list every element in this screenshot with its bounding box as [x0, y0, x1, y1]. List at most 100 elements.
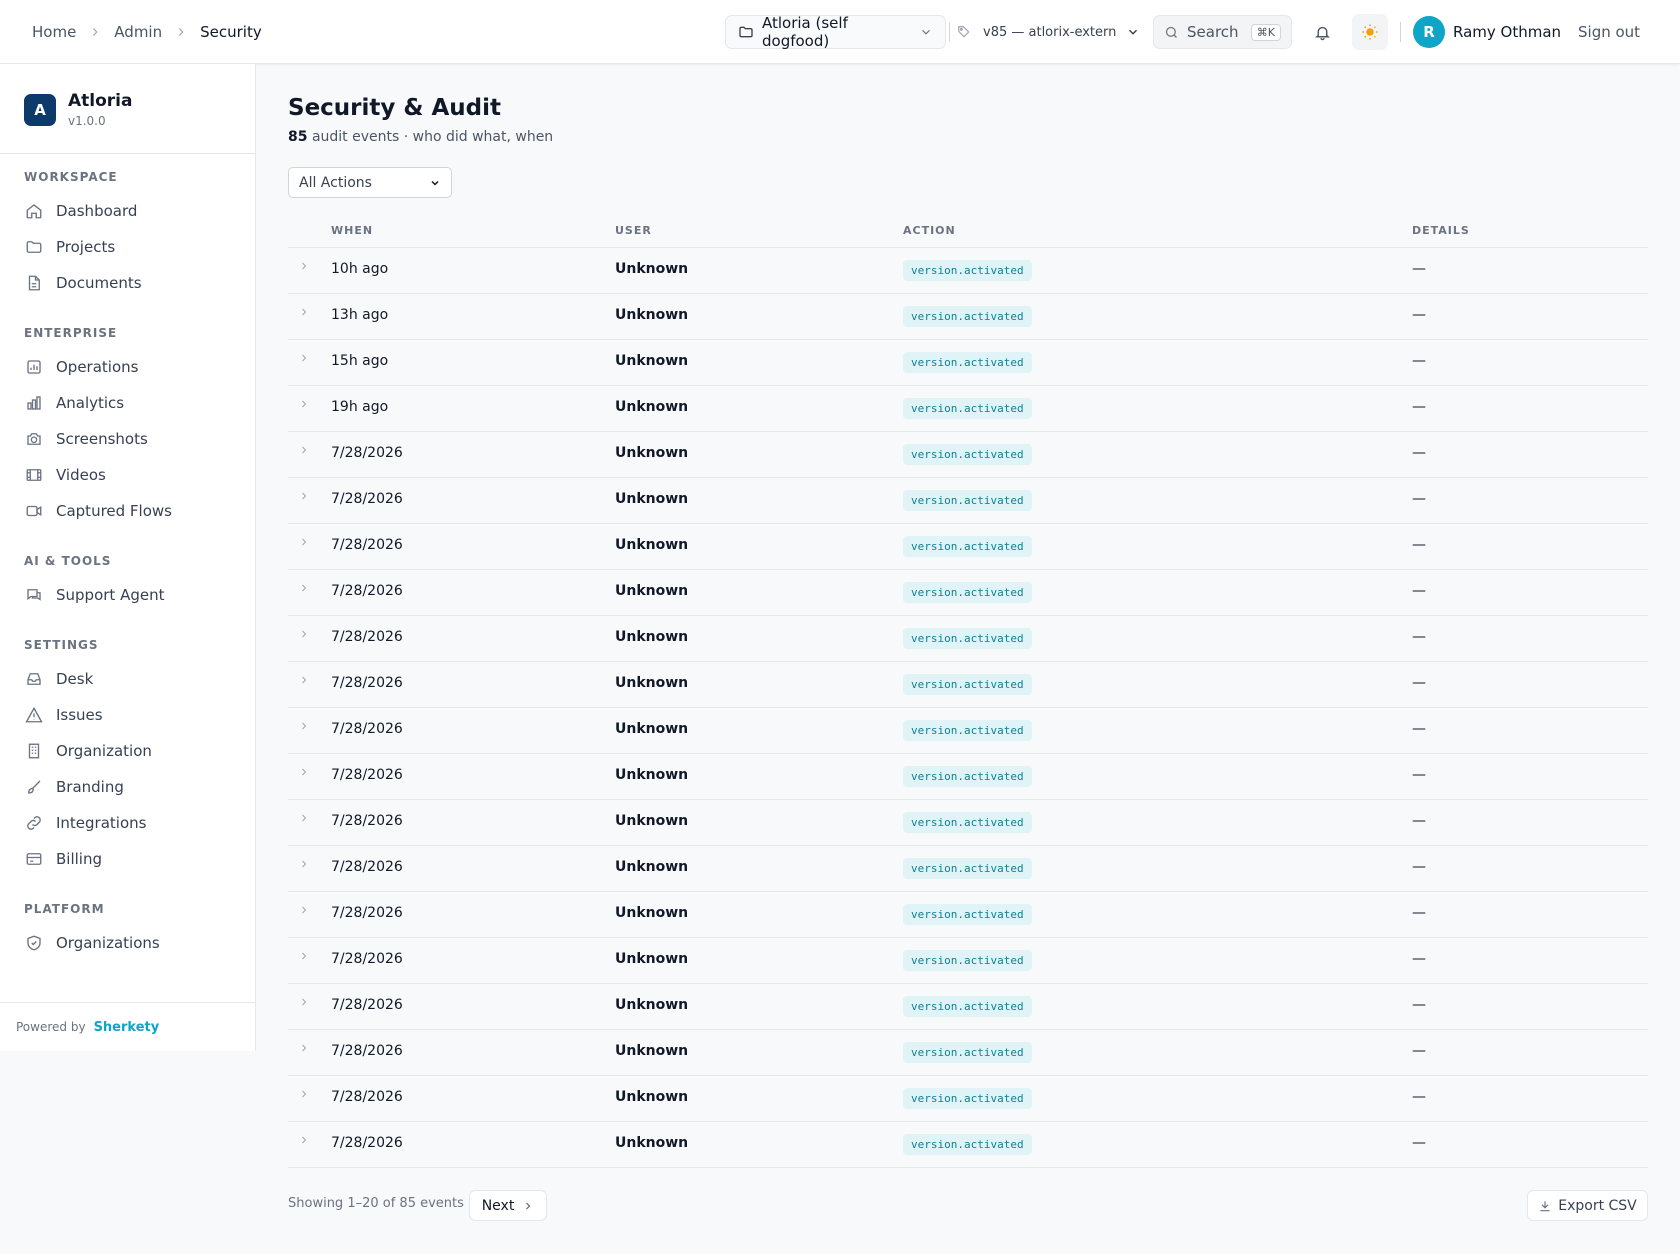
sidebar-item-organizations[interactable]: Organizations: [24, 927, 234, 959]
cell-when: 19h ago: [331, 399, 389, 415]
table-row[interactable]: 7/28/2026 Unknown version.activated —: [288, 800, 1648, 846]
table-row[interactable]: 7/28/2026 Unknown version.activated —: [288, 662, 1648, 708]
notifications-button[interactable]: [1304, 14, 1340, 50]
export-csv-button[interactable]: Export CSV: [1527, 1190, 1648, 1221]
table-row[interactable]: 13h ago Unknown version.activated —: [288, 294, 1648, 340]
bell-icon: [1314, 24, 1331, 41]
project-name: Atloria (self dogfood): [762, 14, 848, 50]
chevron-right-icon[interactable]: [298, 490, 310, 502]
table-row[interactable]: 15h ago Unknown version.activated —: [288, 340, 1648, 386]
table-row[interactable]: 7/28/2026 Unknown version.activated —: [288, 1030, 1648, 1076]
action-badge: version.activated: [903, 674, 1032, 695]
action-badge: version.activated: [903, 352, 1032, 373]
version-selector[interactable]: v85 — atlorix-extern: [957, 15, 1140, 49]
sidebar-item-dashboard[interactable]: Dashboard: [24, 195, 234, 227]
avatar[interactable]: R: [1413, 16, 1445, 48]
chevron-right-icon[interactable]: [298, 582, 310, 594]
chevron-right-icon[interactable]: [298, 996, 310, 1008]
chevron-right-icon[interactable]: [298, 766, 310, 778]
cell-details: —: [1412, 261, 1426, 277]
chevron-down-icon: [919, 25, 933, 39]
chevron-right-icon[interactable]: [298, 1088, 310, 1100]
action-filter-select[interactable]: All Actions: [288, 167, 452, 198]
powered-by-brand[interactable]: Sherkety: [94, 1020, 160, 1035]
cell-when: 15h ago: [331, 353, 389, 369]
sidebar-item-captured-flows[interactable]: Captured Flows: [24, 495, 234, 527]
column-user[interactable]: USER: [615, 224, 652, 237]
video-camera-icon: [24, 501, 44, 521]
brand[interactable]: A Atloria v1.0.0: [24, 91, 132, 129]
table-row[interactable]: 19h ago Unknown version.activated —: [288, 386, 1648, 432]
table-row[interactable]: 7/28/2026 Unknown version.activated —: [288, 754, 1648, 800]
building-icon: [24, 741, 44, 761]
sidebar-item-billing[interactable]: Billing: [24, 843, 234, 875]
table-row[interactable]: 7/28/2026 Unknown version.activated —: [288, 708, 1648, 754]
sidebar-item-issues[interactable]: Issues: [24, 699, 234, 731]
table-row[interactable]: 7/28/2026 Unknown version.activated —: [288, 478, 1648, 524]
sidebar-item-projects[interactable]: Projects: [24, 231, 234, 263]
sidebar-item-organization[interactable]: Organization: [24, 735, 234, 767]
cell-when: 7/28/2026: [331, 1135, 403, 1151]
column-details[interactable]: DETAILS: [1412, 224, 1470, 237]
theme-toggle-button[interactable]: [1352, 14, 1388, 50]
sidebar-item-operations[interactable]: Operations: [24, 351, 234, 383]
chevron-right-icon[interactable]: [298, 628, 310, 640]
table-row[interactable]: 7/28/2026 Unknown version.activated —: [288, 616, 1648, 662]
sign-out-button[interactable]: Sign out: [1578, 0, 1640, 64]
sidebar-item-screenshots[interactable]: Screenshots: [24, 423, 234, 455]
cell-user: Unknown: [615, 767, 689, 783]
chevron-right-icon[interactable]: [298, 674, 310, 686]
sidebar-item-label: Support Agent: [56, 586, 165, 604]
sidebar-item-label: Operations: [56, 358, 139, 376]
cell-user: Unknown: [615, 813, 689, 829]
download-icon: [1538, 1199, 1552, 1213]
sidebar-item-label: Organization: [56, 742, 152, 760]
search-button[interactable]: Search ⌘K: [1153, 15, 1292, 49]
column-when[interactable]: WHEN: [331, 224, 373, 237]
sidebar-item-support-agent[interactable]: Support Agent: [24, 579, 234, 611]
sidebar-item-branding[interactable]: Branding: [24, 771, 234, 803]
project-selector[interactable]: Atloria (self dogfood): [725, 14, 946, 50]
table-row[interactable]: 7/28/2026 Unknown version.activated —: [288, 1122, 1648, 1168]
action-badge: version.activated: [903, 536, 1032, 557]
table-row[interactable]: 7/28/2026 Unknown version.activated —: [288, 846, 1648, 892]
chevron-right-icon[interactable]: [298, 858, 310, 870]
sidebar-item-integrations[interactable]: Integrations: [24, 807, 234, 839]
sidebar-item-desk[interactable]: Desk: [24, 663, 234, 695]
subtitle-text: audit events · who did what, when: [311, 129, 554, 145]
action-badge: version.activated: [903, 996, 1032, 1017]
user-name[interactable]: Ramy Othman: [1453, 0, 1561, 64]
chevron-right-icon[interactable]: [298, 1042, 310, 1054]
sidebar-item-documents[interactable]: Documents: [24, 267, 234, 299]
chevron-right-icon[interactable]: [298, 398, 310, 410]
table-row[interactable]: 7/28/2026 Unknown version.activated —: [288, 984, 1648, 1030]
cell-details: —: [1412, 353, 1426, 369]
table-row[interactable]: 7/28/2026 Unknown version.activated —: [288, 432, 1648, 478]
action-badge: version.activated: [903, 1042, 1032, 1063]
chevron-right-icon[interactable]: [298, 720, 310, 732]
sidebar-item-analytics[interactable]: Analytics: [24, 387, 234, 419]
table-row[interactable]: 7/28/2026 Unknown version.activated —: [288, 524, 1648, 570]
table-row[interactable]: 7/28/2026 Unknown version.activated —: [288, 892, 1648, 938]
chevron-right-icon[interactable]: [298, 904, 310, 916]
table-row[interactable]: 7/28/2026 Unknown version.activated —: [288, 938, 1648, 984]
table-row[interactable]: 7/28/2026 Unknown version.activated —: [288, 1076, 1648, 1122]
sidebar-item-videos[interactable]: Videos: [24, 459, 234, 491]
chevron-right-icon[interactable]: [298, 1134, 310, 1146]
chevron-right-icon[interactable]: [298, 950, 310, 962]
table-row[interactable]: 7/28/2026 Unknown version.activated —: [288, 570, 1648, 616]
chevron-right-icon[interactable]: [298, 812, 310, 824]
column-action[interactable]: ACTION: [903, 224, 956, 237]
chevron-right-icon[interactable]: [298, 306, 310, 318]
cell-details: —: [1412, 951, 1426, 967]
breadcrumb-home[interactable]: Home: [32, 23, 76, 41]
cell-user: Unknown: [615, 1089, 689, 1105]
cell-details: —: [1412, 997, 1426, 1013]
chevron-right-icon[interactable]: [298, 352, 310, 364]
chevron-right-icon[interactable]: [298, 536, 310, 548]
next-page-button[interactable]: Next: [469, 1190, 547, 1221]
chevron-right-icon[interactable]: [298, 260, 310, 272]
table-row[interactable]: 10h ago Unknown version.activated —: [288, 248, 1648, 294]
breadcrumb-admin[interactable]: Admin: [114, 23, 162, 41]
chevron-right-icon[interactable]: [298, 444, 310, 456]
